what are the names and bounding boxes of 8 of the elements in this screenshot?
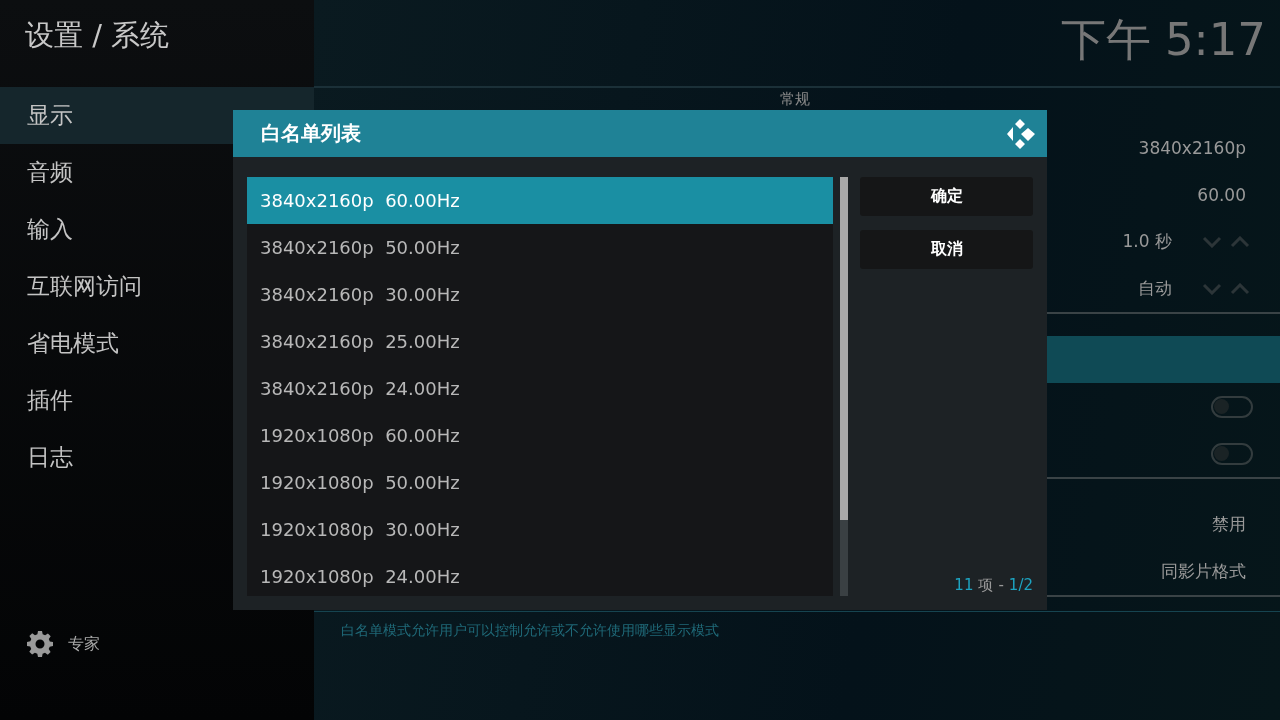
count-unit: 项 [978, 576, 994, 595]
clock: 下午 5:17 [1060, 12, 1266, 68]
page-indicator: 1/2 [1008, 576, 1033, 595]
item-count: 11 [954, 576, 974, 595]
setting-description: 白名单模式允许用户可以控制允许或不允许使用哪些显示模式 [341, 622, 720, 640]
page-title: 设置 / 系统 [24, 17, 171, 54]
separator-text: - [998, 576, 1004, 595]
section-title: 常规 [780, 90, 810, 109]
